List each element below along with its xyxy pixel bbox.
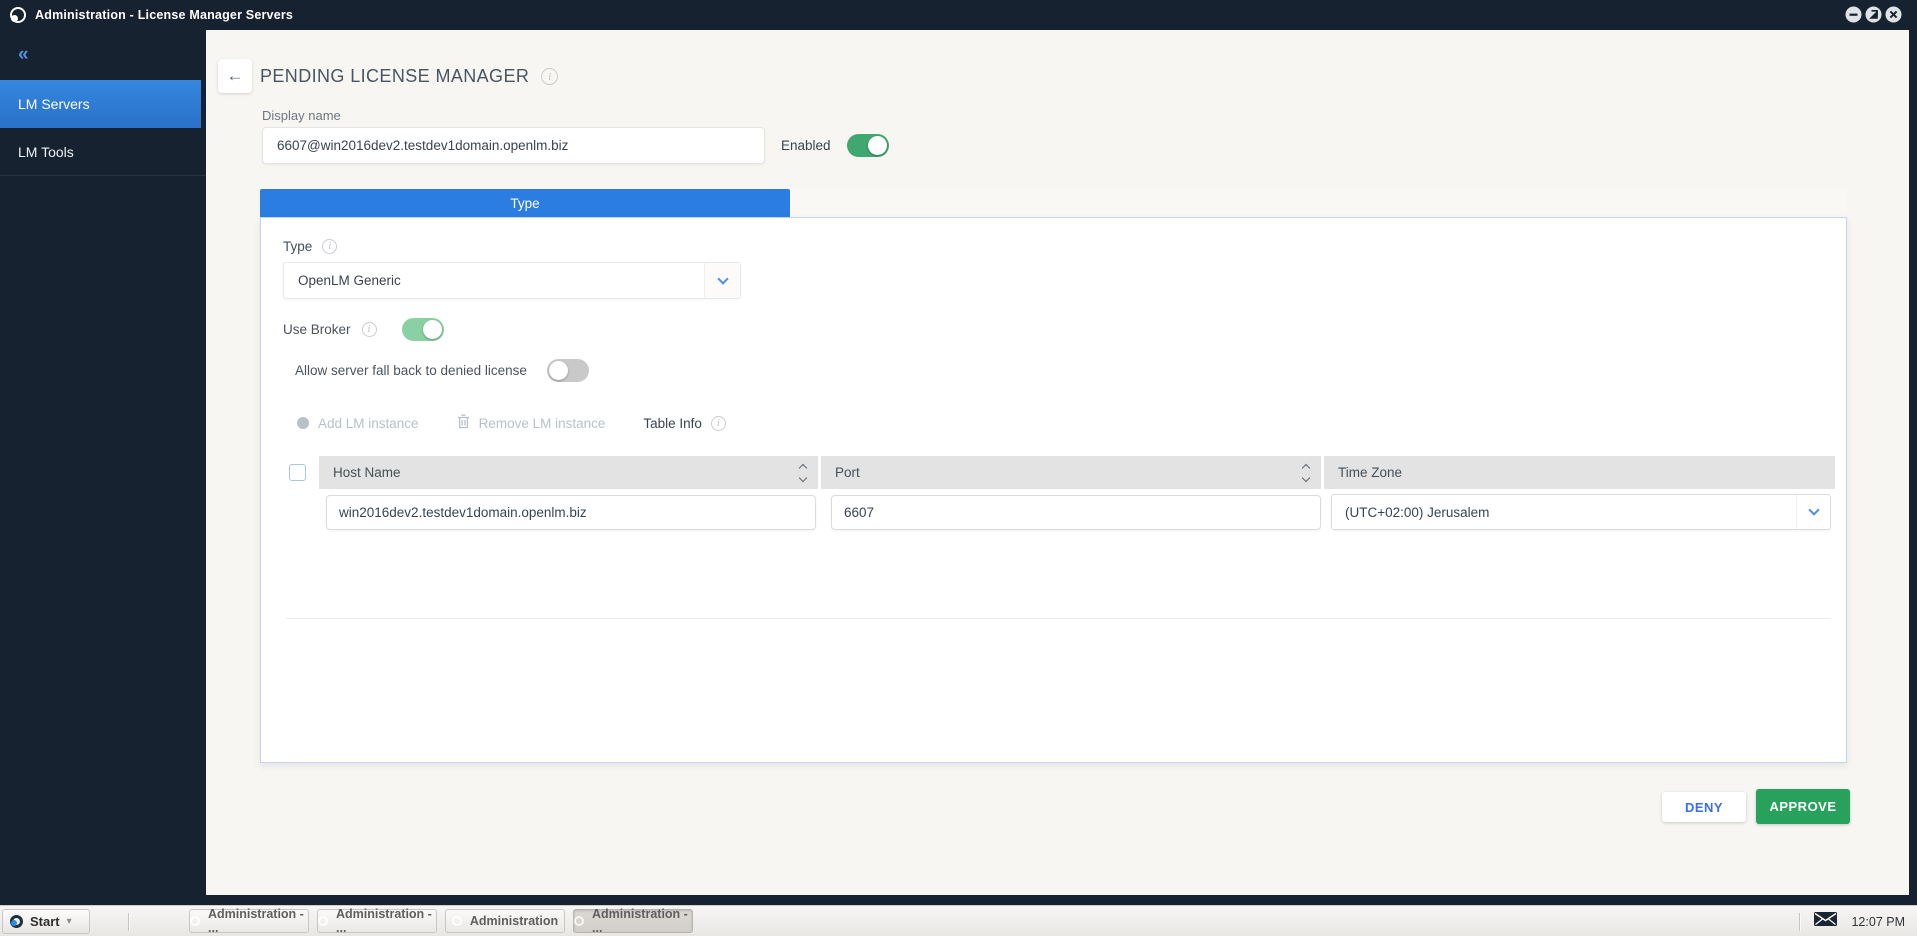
sidebar: « LM Servers LM Tools	[0, 30, 206, 895]
window-right-edge	[1909, 30, 1917, 895]
time-zone-caret-cell	[1796, 495, 1830, 529]
approve-button[interactable]: APPROVE	[1756, 789, 1850, 824]
fallback-toggle[interactable]	[546, 359, 589, 382]
taskbar-item-2[interactable]: Administration - ...	[317, 907, 437, 935]
app-ghost-icon	[451, 916, 462, 926]
page-title-info-icon[interactable]: i	[541, 68, 559, 85]
add-lm-instance-label: Add LM instance	[318, 415, 419, 431]
tab-bar: Type	[260, 189, 1847, 217]
table-toolbar: Add LM instance Remove LM instance Table…	[297, 414, 726, 432]
title-bar: Administration - License Manager Servers	[0, 0, 1917, 30]
window-controls	[1845, 6, 1902, 23]
sidebar-item-label: LM Servers	[18, 96, 90, 112]
taskbar-item-label: Administration - ...	[592, 907, 688, 935]
remove-lm-instance-button[interactable]: Remove LM instance	[457, 414, 606, 432]
remove-lm-instance-label: Remove LM instance	[478, 415, 606, 431]
add-lm-instance-button[interactable]: Add LM instance	[297, 416, 419, 431]
sidebar-item-lm-tools[interactable]: LM Tools	[0, 128, 206, 176]
enabled-toggle[interactable]	[846, 134, 889, 157]
column-label: Host Name	[333, 465, 401, 480]
taskbar: Start ▾ Administration - ... Administrat…	[0, 905, 1917, 936]
port-input[interactable]	[831, 495, 1321, 530]
taskbar-divider	[128, 913, 129, 931]
column-header-time-zone[interactable]: Time Zone	[1324, 456, 1835, 489]
sidebar-item-lm-servers[interactable]: LM Servers	[0, 80, 201, 128]
type-dropdown-caret-cell	[704, 263, 740, 298]
chevron-down-icon	[716, 272, 729, 285]
screen: Administration - License Manager Servers…	[0, 0, 1917, 936]
taskbar-item-4-active[interactable]: Administration - ...	[573, 907, 693, 935]
sidebar-nav: LM Servers LM Tools	[0, 80, 206, 176]
taskbar-item-label: Administration	[469, 914, 559, 928]
app-ghost-icon	[574, 916, 584, 926]
sidebar-item-label: LM Tools	[18, 143, 74, 160]
table-header: Host Name Port Time Zone	[319, 456, 1836, 489]
fallback-label: Allow server fall back to denied license	[295, 363, 527, 378]
tab-type[interactable]: Type	[260, 189, 790, 217]
app-ghost-icon	[190, 916, 200, 926]
start-logo-icon	[10, 915, 23, 928]
use-broker-row: Use Broker i	[283, 318, 444, 341]
use-broker-info-icon[interactable]: i	[361, 322, 377, 337]
window-bottom-edge	[0, 895, 1917, 905]
type-dropdown-value: OpenLM Generic	[298, 273, 401, 288]
sort-icon[interactable]	[1301, 463, 1311, 482]
mail-icon[interactable]	[1814, 912, 1838, 931]
enabled-row: Enabled	[781, 127, 889, 164]
fallback-row: Allow server fall back to denied license	[295, 359, 589, 382]
back-button[interactable]: ←	[218, 59, 252, 93]
start-label: Start	[30, 914, 60, 929]
column-header-host-name[interactable]: Host Name	[319, 456, 818, 489]
add-icon	[297, 417, 309, 429]
back-arrow-icon: ←	[226, 66, 244, 85]
column-label: Time Zone	[1338, 465, 1403, 480]
use-broker-label: Use Broker	[283, 322, 351, 337]
close-icon[interactable]	[1885, 6, 1902, 23]
start-button[interactable]: Start ▾	[2, 909, 90, 934]
table-info-icon: i	[710, 415, 726, 431]
taskbar-item-label: Administration - ...	[208, 907, 304, 935]
deny-button[interactable]: DENY	[1662, 792, 1746, 822]
select-all-checkbox[interactable]	[289, 464, 306, 481]
display-name-label: Display name	[262, 108, 341, 123]
page-heading: PENDING LICENSE MANAGER i	[260, 66, 559, 87]
column-label: Port	[835, 465, 860, 480]
type-label-row: Type i	[283, 239, 338, 254]
tab-label: Type	[510, 195, 540, 211]
start-caret-icon: ▾	[66, 916, 72, 927]
table-info-button[interactable]: Table Info i	[643, 415, 726, 431]
taskbar-clock: 12:07 PM	[1851, 914, 1905, 929]
taskbar-item-3[interactable]: Administration	[445, 909, 565, 933]
display-name-input[interactable]	[262, 127, 765, 164]
collapse-sidebar-icon[interactable]: «	[18, 44, 29, 66]
page-title: PENDING LICENSE MANAGER	[260, 66, 530, 86]
tray-divider	[1799, 912, 1801, 931]
type-label: Type	[283, 239, 313, 254]
table-divider	[286, 618, 1831, 619]
sort-icon[interactable]	[798, 463, 808, 482]
system-tray: 12:07 PM	[1799, 906, 1905, 936]
host-name-input[interactable]	[326, 495, 816, 530]
type-info-icon[interactable]: i	[322, 239, 338, 254]
minimize-icon[interactable]	[1845, 6, 1862, 23]
taskbar-item-1[interactable]: Administration - ...	[189, 907, 309, 935]
time-zone-dropdown[interactable]: (UTC+02:00) Jerusalem	[1331, 494, 1831, 530]
type-dropdown[interactable]: OpenLM Generic	[283, 262, 741, 299]
use-broker-toggle[interactable]	[401, 318, 444, 341]
type-panel: Type i OpenLM Generic Use Broker i Allow…	[260, 217, 1847, 763]
main-content: ← PENDING LICENSE MANAGER i Display name…	[206, 30, 1909, 895]
enabled-label: Enabled	[781, 138, 831, 153]
table-info-label: Table Info	[643, 415, 702, 431]
chevron-down-icon	[1807, 504, 1820, 516]
app-ghost-icon	[318, 916, 328, 926]
taskbar-item-label: Administration - ...	[336, 907, 432, 935]
trash-icon	[457, 414, 470, 432]
column-header-port[interactable]: Port	[821, 456, 1321, 489]
window-title: Administration - License Manager Servers	[35, 8, 294, 22]
time-zone-value: (UTC+02:00) Jerusalem	[1345, 504, 1490, 520]
app-logo-icon	[10, 7, 26, 23]
maximize-icon[interactable]	[1865, 6, 1882, 23]
